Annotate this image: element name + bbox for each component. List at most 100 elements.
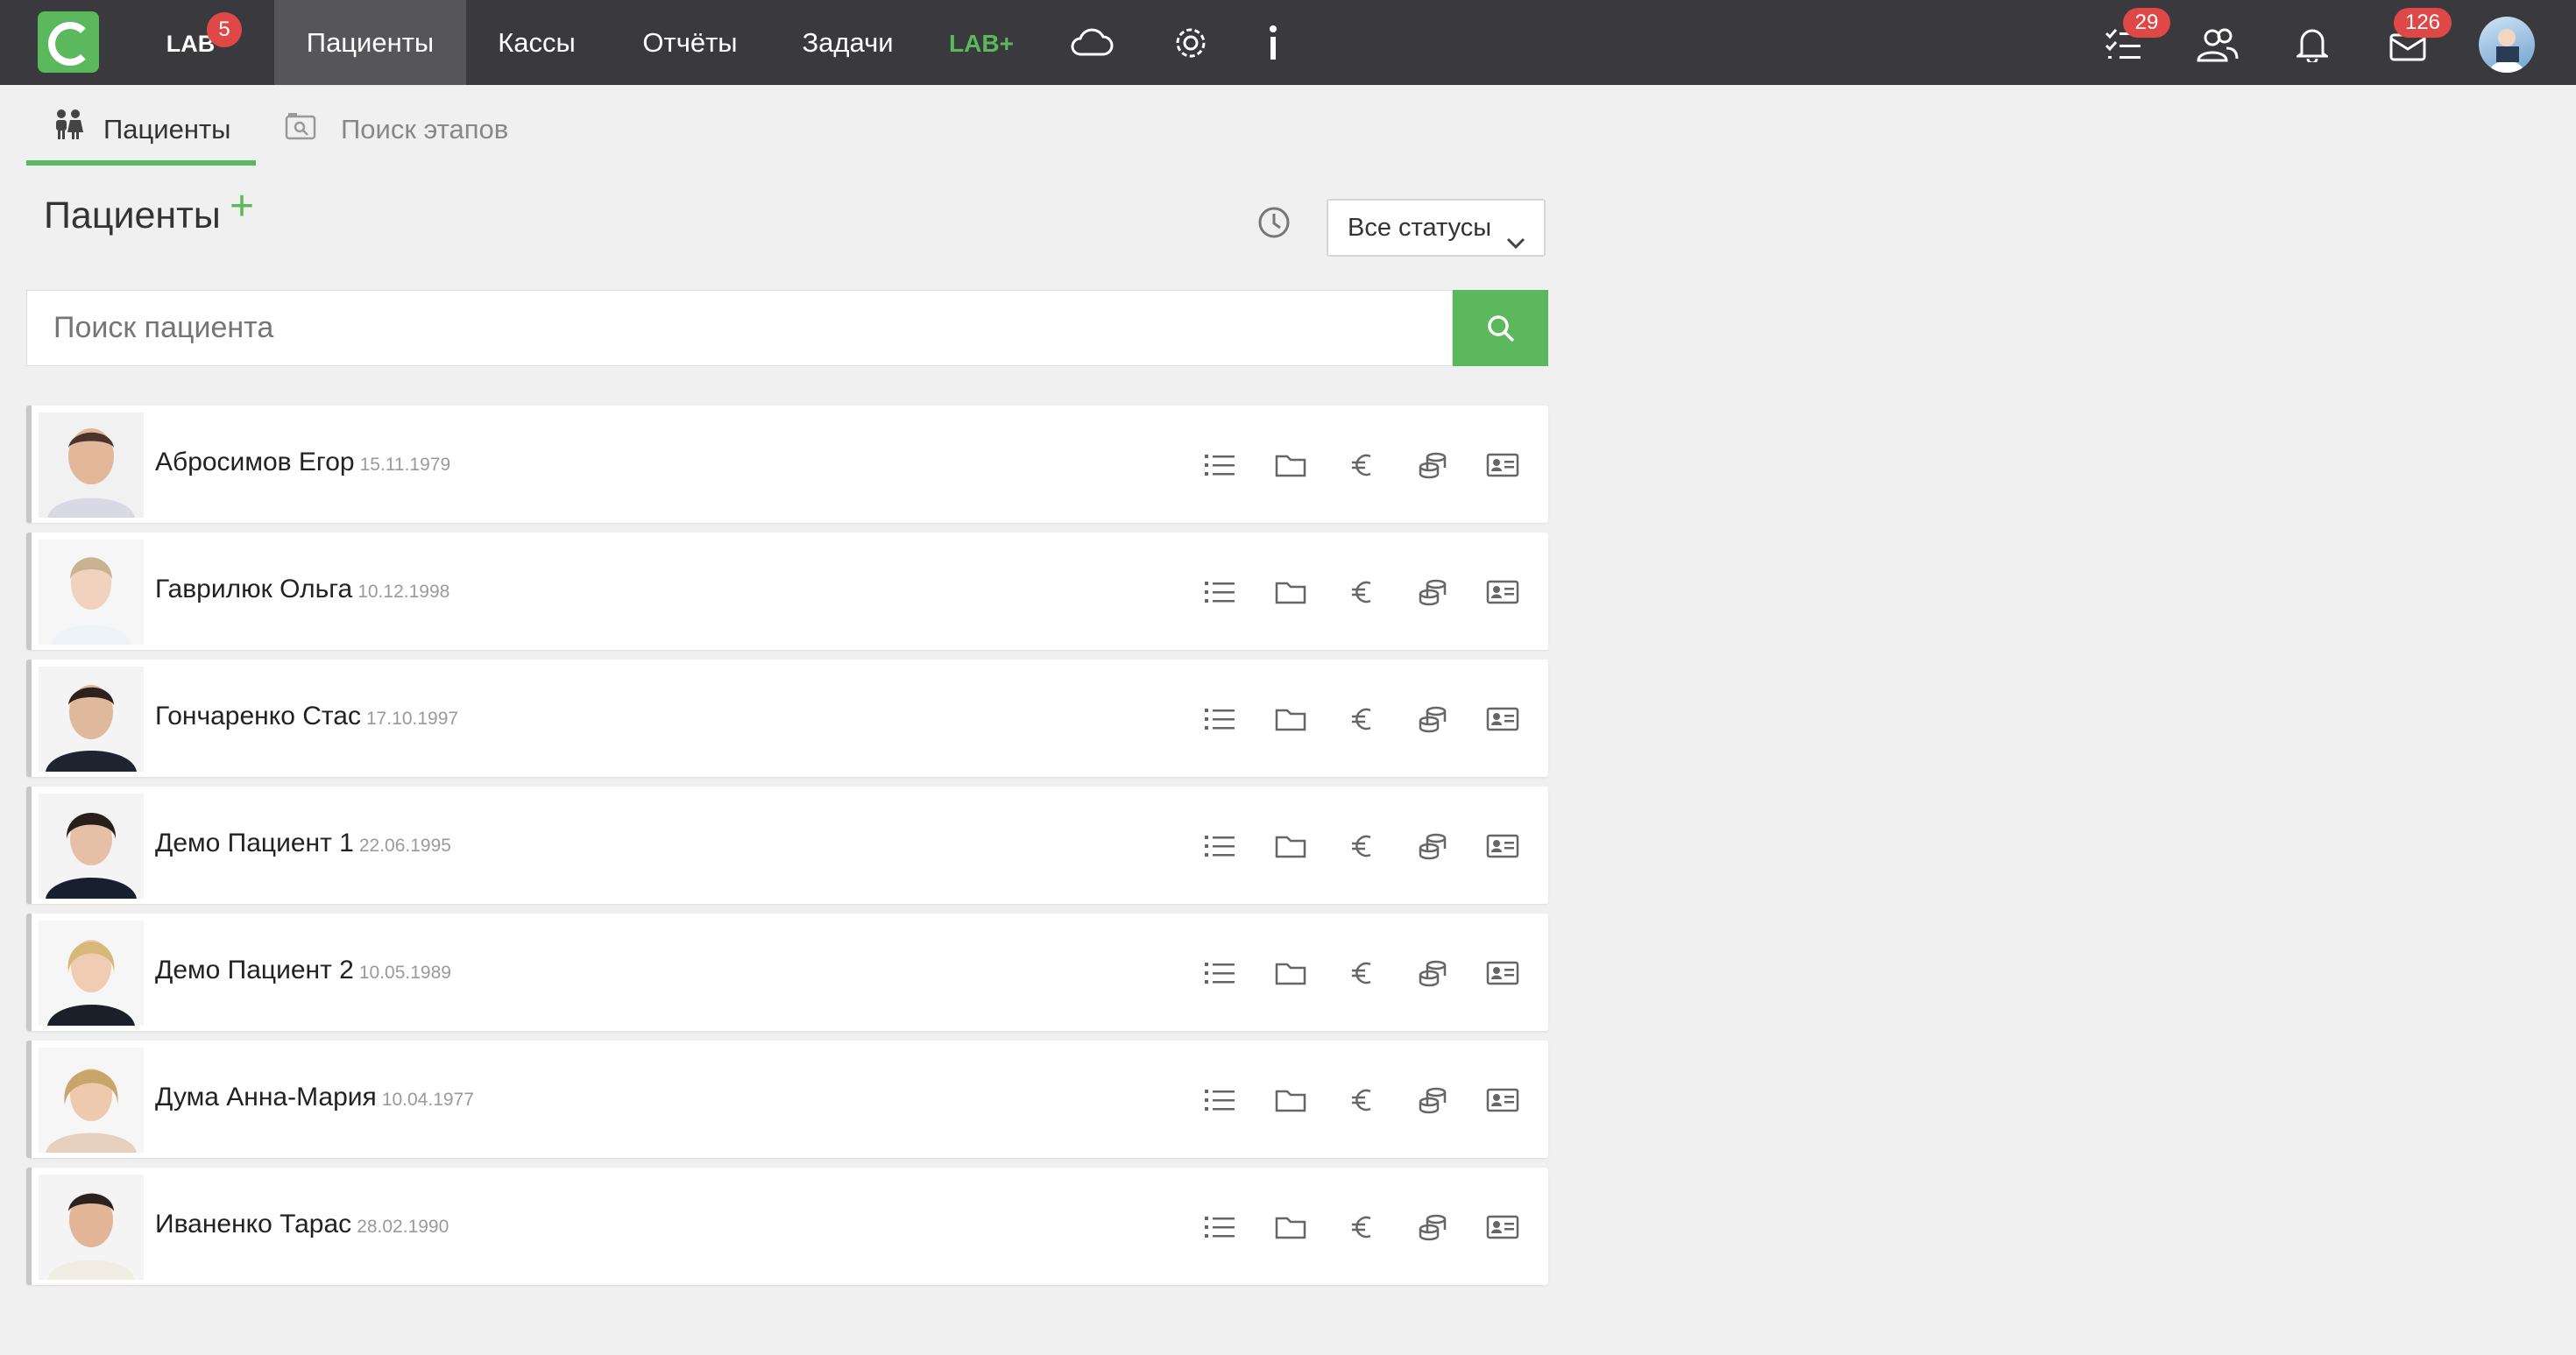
treatment-list-icon[interactable] — [1204, 451, 1235, 479]
tab-stage-search[interactable]: Поиск этапов — [285, 103, 508, 156]
patient-dob: 10.05.1989 — [358, 963, 451, 983]
tab-stage-search-label: Поиск этапов — [341, 114, 509, 145]
app-logo[interactable] — [38, 11, 99, 73]
patient-row[interactable]: Иваненко Тарас 28.02.1990 — [26, 1168, 1548, 1285]
patient-photo — [39, 413, 144, 518]
nav-lab-plus[interactable]: LAB+ — [938, 0, 1025, 85]
patient-name[interactable]: Гончаренко Стас 17.10.1997 — [155, 702, 458, 731]
patient-name[interactable]: Гаврилюк Ольга 10.12.1998 — [155, 575, 449, 604]
patient-row[interactable]: Дума Анна-Мария 10.04.1977 — [26, 1041, 1548, 1158]
euro-icon[interactable] — [1349, 1213, 1376, 1241]
tab-patients[interactable]: Пациенты — [53, 103, 230, 156]
treatment-list-icon[interactable] — [1204, 578, 1235, 606]
patient-photo — [39, 1175, 144, 1280]
tab-patients-label: Пациенты — [103, 114, 231, 145]
patient-dob: 15.11.1979 — [359, 455, 451, 475]
patient-name-text: Гаврилюк Ольга — [155, 575, 353, 603]
patient-name[interactable]: Абросимов Егор 15.11.1979 — [155, 448, 450, 477]
patient-name[interactable]: Демо Пациент 1 22.06.1995 — [155, 829, 451, 858]
euro-icon[interactable] — [1349, 959, 1376, 987]
coins-icon[interactable] — [1417, 959, 1448, 987]
patient-name[interactable]: Дума Анна-Мария 10.04.1977 — [155, 1083, 474, 1112]
patient-dob: 17.10.1997 — [365, 709, 459, 729]
folder-icon[interactable] — [1275, 451, 1306, 479]
euro-icon[interactable] — [1349, 1086, 1376, 1114]
nav-reports[interactable]: Отчёты — [618, 0, 762, 85]
id-card-icon[interactable] — [1486, 1086, 1519, 1114]
coins-icon[interactable] — [1417, 578, 1448, 606]
patient-dob: 28.02.1990 — [357, 1217, 449, 1237]
messages-badge: 126 — [2394, 8, 2452, 38]
patient-name[interactable]: Демо Пациент 2 10.05.1989 — [155, 956, 451, 985]
patient-photo — [39, 794, 144, 899]
patient-name-text: Абросимов Егор — [155, 448, 355, 476]
users-icon[interactable] — [2195, 27, 2239, 62]
nav-cash[interactable]: Кассы — [469, 0, 605, 85]
patient-search-input[interactable] — [26, 290, 1453, 366]
id-card-icon[interactable] — [1486, 578, 1519, 606]
nav-lab-plus-label: LAB+ — [949, 30, 1014, 57]
add-patient-button[interactable]: + — [230, 186, 254, 228]
patient-row[interactable]: Демо Пациент 2 10.05.1989 — [26, 914, 1548, 1031]
patient-photo — [39, 540, 144, 645]
id-card-icon[interactable] — [1486, 959, 1519, 987]
tasks-badge: 29 — [2123, 8, 2170, 38]
euro-icon[interactable] — [1349, 578, 1376, 606]
nav-patients[interactable]: Пациенты — [274, 0, 466, 85]
coins-icon[interactable] — [1417, 1086, 1448, 1114]
id-card-icon[interactable] — [1486, 1213, 1519, 1241]
patient-name[interactable]: Иваненко Тарас 28.02.1990 — [155, 1210, 449, 1239]
patients-icon — [53, 105, 84, 158]
folder-icon[interactable] — [1275, 705, 1306, 733]
status-filter-select[interactable]: Все статусы — [1327, 199, 1546, 257]
euro-icon[interactable] — [1349, 705, 1376, 733]
folder-icon[interactable] — [1275, 1086, 1306, 1114]
folder-icon[interactable] — [1275, 1213, 1306, 1241]
treatment-list-icon[interactable] — [1204, 959, 1235, 987]
patient-name-text: Гончаренко Стас — [155, 702, 361, 730]
id-card-icon[interactable] — [1486, 832, 1519, 860]
folder-icon[interactable] — [1275, 578, 1306, 606]
cloud-icon[interactable] — [1070, 26, 1114, 58]
active-tab-indicator — [26, 160, 256, 166]
euro-icon[interactable] — [1349, 832, 1376, 860]
folder-icon[interactable] — [1275, 959, 1306, 987]
patient-row[interactable]: Гаврилюк Ольга 10.12.1998 — [26, 533, 1548, 650]
stage-search-icon — [285, 105, 316, 158]
patient-dob: 22.06.1995 — [358, 836, 451, 856]
patient-name-text: Демо Пациент 1 — [155, 829, 354, 857]
patient-photo — [39, 921, 144, 1026]
patient-row[interactable]: Гончаренко Стас 17.10.1997 — [26, 660, 1548, 777]
history-icon[interactable] — [1256, 205, 1292, 244]
coins-icon[interactable] — [1417, 705, 1448, 733]
patient-row[interactable]: Демо Пациент 1 22.06.1995 — [26, 787, 1548, 904]
id-card-icon[interactable] — [1486, 705, 1519, 733]
page-title: Пациенты — [44, 194, 221, 236]
patient-name-text: Дума Анна-Мария — [155, 1083, 377, 1112]
treatment-list-icon[interactable] — [1204, 705, 1235, 733]
patient-dob: 10.12.1998 — [357, 582, 450, 602]
logo-mark — [48, 22, 92, 66]
euro-icon[interactable] — [1349, 451, 1376, 479]
patient-name-text: Демо Пациент 2 — [155, 956, 354, 984]
patient-photo — [39, 1048, 144, 1153]
gear-icon[interactable] — [1172, 25, 1209, 61]
patient-row[interactable]: Абросимов Егор 15.11.1979 — [26, 406, 1548, 523]
folder-icon[interactable] — [1275, 832, 1306, 860]
bell-icon[interactable] — [2296, 25, 2328, 62]
patient-name-text: Иваненко Тарас — [155, 1210, 352, 1239]
treatment-list-icon[interactable] — [1204, 1213, 1235, 1241]
patient-photo — [39, 667, 144, 772]
coins-icon[interactable] — [1417, 1213, 1448, 1241]
coins-icon[interactable] — [1417, 451, 1448, 479]
treatment-list-icon[interactable] — [1204, 832, 1235, 860]
user-avatar[interactable] — [2479, 17, 2535, 73]
info-icon[interactable] — [1264, 24, 1282, 62]
coins-icon[interactable] — [1417, 832, 1448, 860]
nav-tasks[interactable]: Задачи — [780, 0, 916, 85]
top-navbar: LAB 5 Пациенты Кассы Отчёты Задачи LAB+ … — [0, 0, 2576, 85]
treatment-list-icon[interactable] — [1204, 1086, 1235, 1114]
lab-badge: 5 — [207, 12, 242, 47]
id-card-icon[interactable] — [1486, 451, 1519, 479]
search-button[interactable] — [1453, 290, 1548, 366]
